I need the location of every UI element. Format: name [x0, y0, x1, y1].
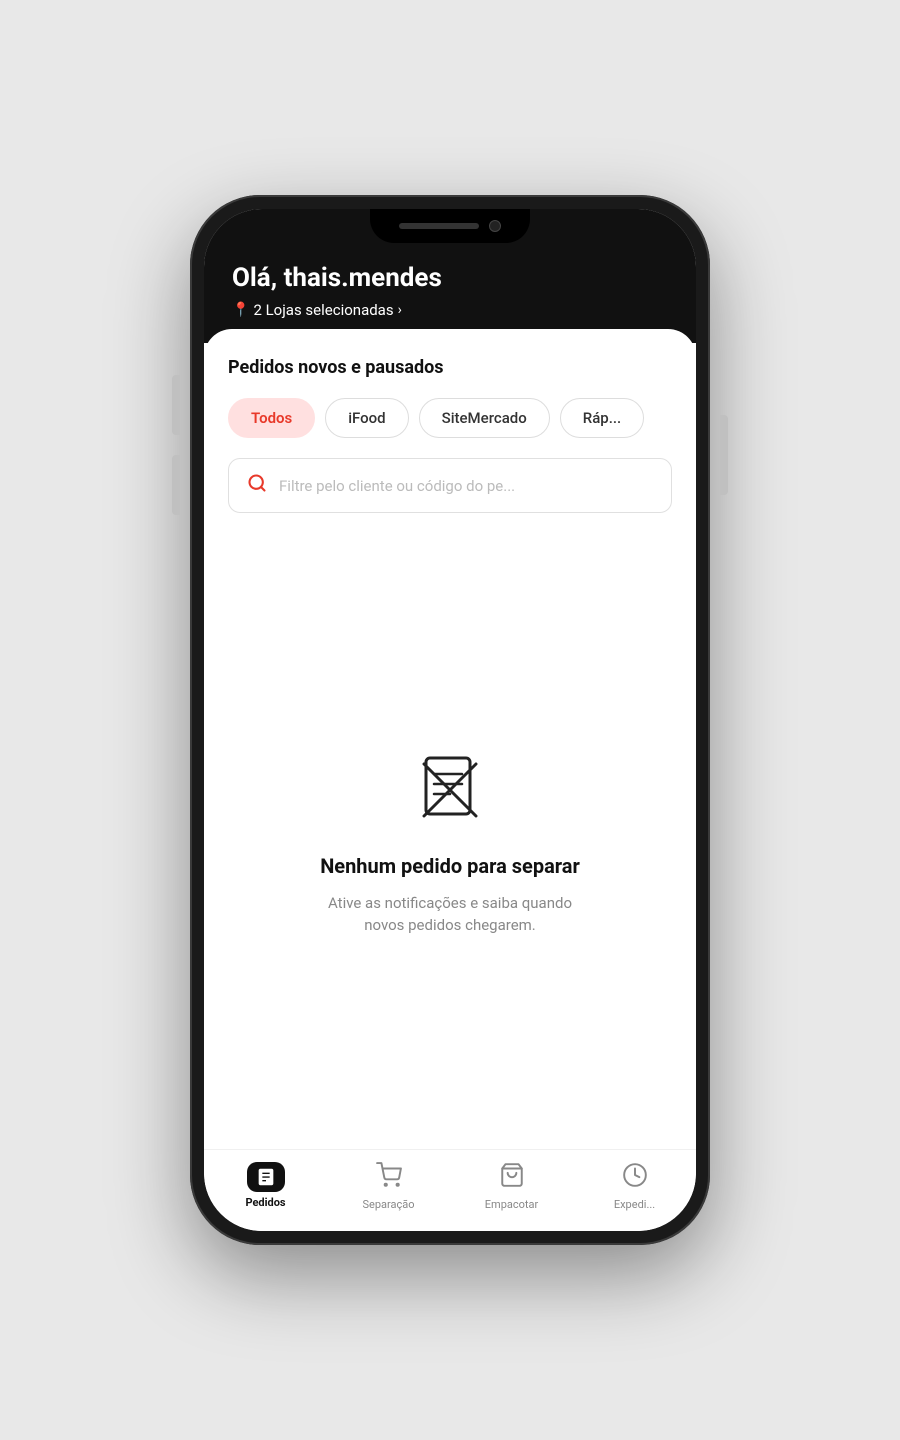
location-row[interactable]: 📍 2 Lojas selecionadas › — [232, 301, 668, 319]
empacotar-icon — [499, 1162, 525, 1194]
notch-bar — [399, 223, 479, 229]
phone-frame: Olá, thais.mendes 📍 2 Lojas selecionadas… — [190, 195, 710, 1245]
greeting-text: Olá, thais.mendes — [232, 263, 668, 293]
nav-label-expedicao: Expedi... — [614, 1198, 655, 1211]
filter-tab-ifood[interactable]: iFood — [325, 398, 408, 438]
separacao-icon — [376, 1162, 402, 1194]
empty-title: Nenhum pedido para separar — [320, 854, 580, 878]
volume-up-button — [172, 375, 180, 435]
section-title: Pedidos novos e pausados — [228, 357, 672, 378]
filter-tab-rapido[interactable]: Ráp... — [560, 398, 644, 438]
search-box[interactable]: Filtre pelo cliente ou código do pe... — [228, 458, 672, 513]
search-icon — [247, 473, 267, 498]
no-orders-icon — [410, 750, 490, 830]
pedidos-icon-box — [247, 1162, 285, 1192]
location-pin-icon: 📍 — [232, 302, 249, 318]
empty-subtitle: Ative as notificações e saiba quandonovo… — [328, 892, 572, 937]
bottom-nav: Pedidos Separação — [204, 1149, 696, 1231]
nav-label-separacao: Separação — [362, 1198, 414, 1211]
pedidos-icon — [255, 1166, 277, 1188]
nav-label-empacotar: Empacotar — [485, 1198, 538, 1211]
location-label: 2 Lojas selecionadas — [253, 301, 393, 319]
power-button — [720, 415, 728, 495]
nav-label-pedidos: Pedidos — [245, 1196, 285, 1209]
main-content: Pedidos novos e pausados Todos iFood Sit… — [204, 329, 696, 1149]
nav-item-pedidos[interactable]: Pedidos — [204, 1162, 327, 1211]
phone-screen: Olá, thais.mendes 📍 2 Lojas selecionadas… — [204, 209, 696, 1231]
nav-item-expedicao[interactable]: Expedi... — [573, 1162, 696, 1211]
search-placeholder: Filtre pelo cliente ou código do pe... — [279, 477, 515, 495]
notch-camera — [489, 220, 501, 232]
expedicao-icon — [622, 1162, 648, 1194]
nav-item-separacao[interactable]: Separação — [327, 1162, 450, 1211]
app-screen: Olá, thais.mendes 📍 2 Lojas selecionadas… — [204, 209, 696, 1231]
filter-tabs: Todos iFood SiteMercado Ráp... — [228, 398, 672, 438]
empty-state: Nenhum pedido para separar Ative as noti… — [228, 537, 672, 1149]
location-arrow-icon: › — [398, 302, 402, 318]
volume-down-button — [172, 455, 180, 515]
nav-item-empacotar[interactable]: Empacotar — [450, 1162, 573, 1211]
filter-tab-todos[interactable]: Todos — [228, 398, 315, 438]
filter-tab-sitemercado[interactable]: SiteMercado — [419, 398, 550, 438]
notch — [370, 209, 530, 243]
